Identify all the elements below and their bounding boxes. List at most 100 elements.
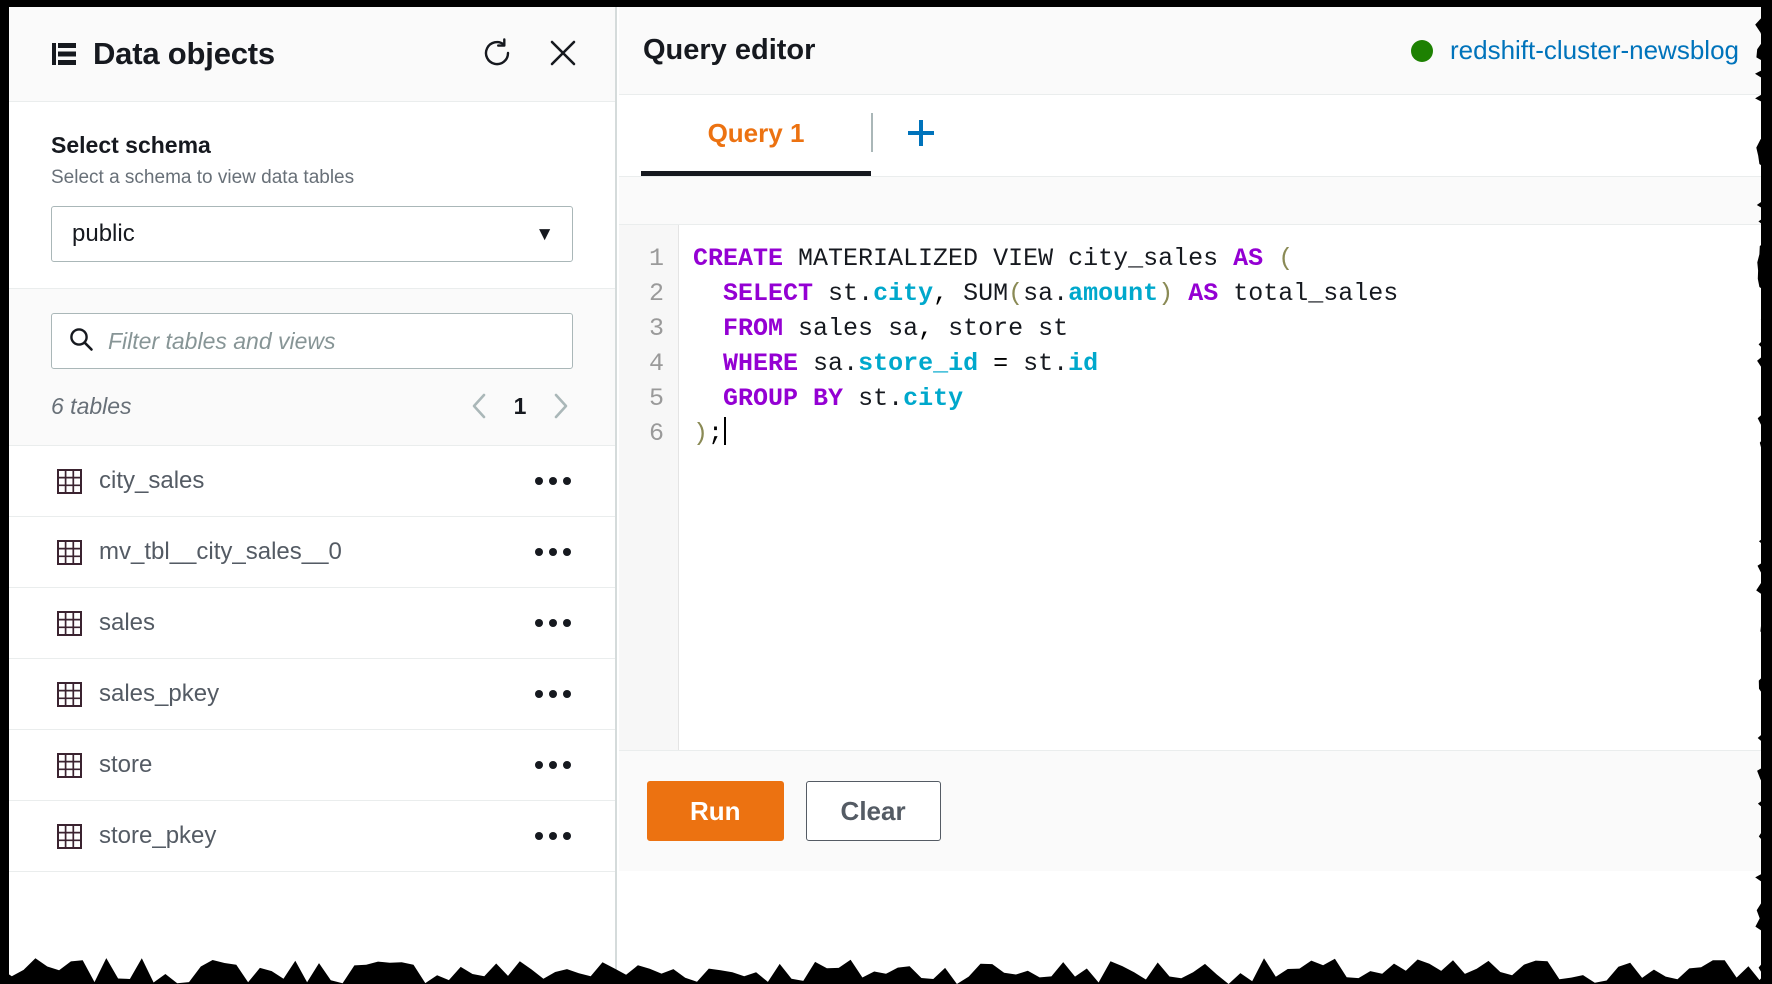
table-item-menu-button[interactable] — [533, 684, 573, 704]
chevron-down-icon: ▼ — [535, 223, 554, 245]
table-count-row: 6 tables 1 — [51, 391, 573, 425]
table-item-menu-button[interactable] — [533, 755, 573, 775]
table-item-label: city_sales — [99, 467, 205, 494]
schema-select[interactable]: public ▼ — [51, 206, 573, 262]
ellipsis-icon — [563, 619, 571, 627]
query-editor-title: Query editor — [643, 34, 816, 66]
line-number-gutter: 1 2 3 4 5 6 — [619, 225, 679, 750]
sql-editor[interactable]: 1 2 3 4 5 6 CREATE MATERIALIZED VIEW city_sal… — [619, 225, 1761, 751]
sql-code-line: FROM sales sa, store st — [723, 314, 1069, 343]
table-item-left: sales — [57, 609, 533, 637]
close-icon — [548, 38, 578, 71]
tree-list-icon — [51, 41, 77, 67]
chevron-right-icon[interactable] — [549, 391, 573, 421]
ellipsis-icon — [535, 761, 543, 769]
pagination: 1 — [467, 391, 573, 421]
clear-button[interactable]: Clear — [805, 781, 941, 841]
tab-query-1[interactable]: Query 1 — [641, 95, 871, 176]
table-list: city_sales mv_tbl__city_sales__0sales sale… — [9, 445, 615, 872]
ellipsis-icon — [563, 761, 571, 769]
select-schema-section: Select schema Select a schema to view da… — [9, 102, 615, 288]
ellipsis-icon — [535, 477, 543, 485]
page-number[interactable]: 1 — [513, 393, 527, 420]
torn-edge-right — [1755, 0, 1772, 984]
table-grid-icon — [57, 539, 82, 565]
ellipsis-icon — [535, 690, 543, 698]
cluster-indicator: redshift-cluster-newsblog — [1410, 35, 1739, 66]
run-button[interactable]: Run — [647, 781, 784, 841]
ellipsis-icon — [549, 477, 557, 485]
table-grid-icon — [57, 752, 82, 778]
table-grid-icon — [57, 468, 82, 494]
ellipsis-icon — [563, 690, 571, 698]
cluster-name-link[interactable]: redshift-cluster-newsblog — [1450, 35, 1739, 66]
data-objects-header: Data objects — [9, 7, 615, 102]
table-grid-icon — [57, 823, 82, 849]
table-item-menu-button[interactable] — [533, 471, 573, 491]
search-icon — [68, 326, 94, 357]
line-number: 6 — [648, 419, 664, 448]
ellipsis-icon — [549, 619, 557, 627]
line-number: 1 — [648, 244, 664, 273]
table-item-left: mv_tbl__city_sales__0 — [57, 538, 533, 566]
close-button[interactable] — [547, 38, 579, 70]
chevron-left-icon[interactable] — [467, 391, 491, 421]
torn-edge-bottom — [0, 958, 1772, 984]
ellipsis-icon — [549, 832, 557, 840]
table-item-menu-button[interactable] — [533, 826, 573, 846]
table-item-left: store_pkey — [57, 822, 533, 850]
editor-action-bar: Run Clear — [619, 751, 1761, 871]
line-number: 4 — [648, 349, 664, 378]
ellipsis-icon — [549, 690, 557, 698]
data-objects-panel: Data objects Select schema Select a sche… — [9, 7, 617, 977]
refresh-icon — [482, 37, 512, 71]
search-input[interactable] — [108, 327, 556, 355]
page-title: Data objects — [93, 36, 275, 71]
sql-code-area[interactable]: CREATE MATERIALIZED VIEW city_sales AS (… — [679, 225, 1761, 750]
filter-section: 6 tables 1 — [9, 288, 615, 445]
schema-select-value: public — [72, 220, 135, 247]
table-list-item[interactable]: store — [9, 730, 615, 801]
editor-toolbar-strip — [619, 177, 1761, 225]
query-tab-bar: Query 1 — [619, 95, 1761, 177]
table-item-label: mv_tbl__city_sales__0 — [99, 538, 342, 565]
refresh-button[interactable] — [481, 37, 513, 71]
text-cursor — [724, 417, 727, 445]
table-grid-icon — [57, 610, 82, 636]
frame-edge-top — [0, 0, 1772, 7]
sql-code-line: GROUP BY st.city — [723, 384, 964, 413]
sql-code-line: SELECT st.city, SUM(sa.amount) AS total_… — [723, 279, 1399, 308]
query-editor-header: Query editor redshift-cluster-newsblog — [619, 7, 1761, 95]
status-dot-icon — [1410, 39, 1433, 62]
line-number: 2 — [648, 279, 664, 308]
table-list-item[interactable]: sales_pkey — [9, 659, 615, 730]
ellipsis-icon — [563, 832, 571, 840]
table-count-label: 6 tables — [51, 392, 132, 419]
ellipsis-icon — [563, 477, 571, 485]
sql-code-line: WHERE sa.store_id = st.id — [723, 349, 1099, 378]
screenshot-root: Data objects Select schema Select a sche… — [0, 0, 1772, 984]
table-item-menu-button[interactable] — [533, 542, 573, 562]
filter-input-wrap[interactable] — [51, 313, 573, 369]
table-grid-icon — [57, 681, 82, 707]
ellipsis-icon — [535, 619, 543, 627]
table-list-item[interactable]: store_pkey — [9, 801, 615, 872]
table-item-label: store_pkey — [99, 822, 217, 849]
select-schema-hint: Select a schema to view data tables — [51, 167, 355, 188]
table-list-item[interactable]: mv_tbl__city_sales__0 — [9, 517, 615, 588]
table-item-left: city_sales — [57, 467, 533, 495]
table-item-label: sales_pkey — [99, 680, 220, 707]
select-schema-label: Select schema — [51, 132, 211, 158]
header-actions — [481, 37, 579, 71]
table-list-item[interactable]: sales — [9, 588, 615, 659]
ellipsis-icon — [549, 761, 557, 769]
line-number: 5 — [648, 384, 664, 413]
table-item-left: store — [57, 751, 533, 779]
add-query-tab-button[interactable] — [873, 95, 969, 176]
table-list-item[interactable]: city_sales — [9, 446, 615, 517]
ellipsis-icon — [535, 548, 543, 556]
panel-title-group: Data objects — [51, 36, 481, 72]
frame-edge-left — [0, 0, 9, 984]
table-item-menu-button[interactable] — [533, 613, 573, 633]
table-item-left: sales_pkey — [57, 680, 533, 708]
